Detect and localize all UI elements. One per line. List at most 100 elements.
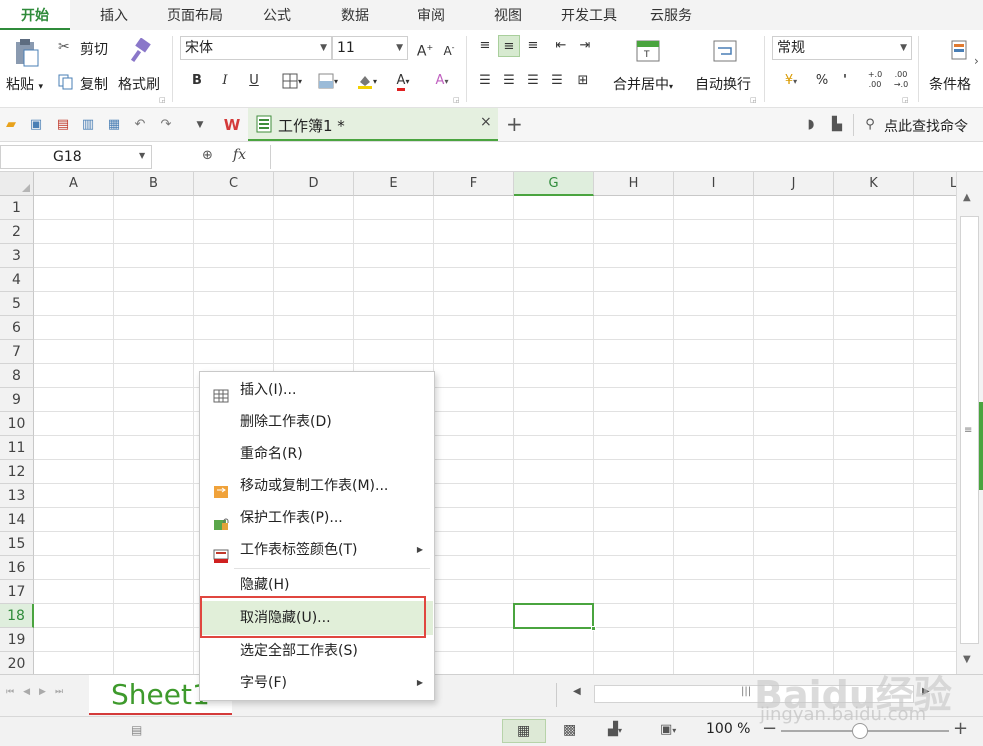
reading-mode-icon[interactable]: ▣▾ bbox=[660, 722, 676, 737]
open-folder-icon[interactable]: ▰ bbox=[3, 117, 19, 133]
merge-center-button[interactable]: 合并居中▾ bbox=[613, 74, 673, 94]
document-tab[interactable]: 工作簿1 * × bbox=[248, 108, 498, 141]
font-color-icon[interactable]: A▾ bbox=[388, 70, 418, 92]
scroll-left-icon[interactable]: ◀ bbox=[573, 686, 581, 697]
row-header[interactable]: 6 bbox=[0, 316, 34, 340]
comma-button[interactable]: ' bbox=[834, 70, 856, 92]
sheet-nav-icon[interactable]: ⏮◀▶⏭ bbox=[6, 687, 72, 697]
zoom-in-button[interactable]: + bbox=[953, 718, 968, 739]
row-header[interactable]: 9 bbox=[0, 388, 34, 412]
row-header[interactable]: 10 bbox=[0, 412, 34, 436]
row-header[interactable]: 8 bbox=[0, 364, 34, 388]
clipboard-launcher-icon[interactable]: ◲ bbox=[159, 96, 166, 104]
zoom-formula-icon[interactable]: ⊕ bbox=[202, 148, 213, 163]
copy-button[interactable]: 复制 bbox=[80, 74, 108, 94]
row-header[interactable]: 16 bbox=[0, 556, 34, 580]
column-header[interactable]: E bbox=[354, 172, 434, 196]
row-header[interactable]: 3 bbox=[0, 244, 34, 268]
tab-cloud[interactable]: 云服务 bbox=[641, 0, 701, 30]
column-header[interactable]: J bbox=[754, 172, 834, 196]
row-header[interactable]: 13 bbox=[0, 484, 34, 508]
settings-icon[interactable]: ◗ bbox=[803, 117, 819, 133]
formula-input[interactable] bbox=[270, 145, 980, 169]
tab-developer[interactable]: 开发工具 bbox=[553, 0, 625, 30]
page-layout-view-icon[interactable]: ▩ bbox=[563, 722, 576, 738]
conditional-format-button[interactable]: 条件格 bbox=[929, 74, 971, 94]
tab-home[interactable]: 开始 bbox=[0, 0, 70, 30]
column-header[interactable]: A bbox=[34, 172, 114, 196]
align-right-icon[interactable]: ☰ bbox=[522, 70, 544, 92]
clear-format-icon[interactable]: A▾ bbox=[426, 70, 458, 92]
align-center-icon[interactable]: ☰ bbox=[498, 70, 520, 92]
number-format-select[interactable]: 常规 ▼ bbox=[772, 36, 912, 60]
conditional-format-icon[interactable] bbox=[950, 40, 972, 62]
undo-icon[interactable]: ↶ bbox=[132, 117, 148, 133]
column-header[interactable]: F bbox=[434, 172, 514, 196]
row-header[interactable]: 20 bbox=[0, 652, 34, 674]
menu-item-move-copy[interactable]: 移动或复制工作表(M)... bbox=[201, 470, 433, 502]
row-header[interactable]: 19 bbox=[0, 628, 34, 652]
decrease-decimal-icon[interactable]: .00 →.0 bbox=[890, 70, 912, 92]
print-icon[interactable]: ▥ bbox=[80, 117, 96, 133]
menu-item-delete-sheet[interactable]: 删除工作表(D) bbox=[201, 406, 433, 438]
align-middle-icon[interactable]: ≡ bbox=[498, 35, 520, 57]
column-header[interactable]: K bbox=[834, 172, 914, 196]
zoom-slider-handle[interactable] bbox=[852, 723, 868, 739]
fill-color-icon[interactable]: ▾ bbox=[352, 70, 382, 92]
row-header[interactable]: 2 bbox=[0, 220, 34, 244]
number-launcher-icon[interactable]: ◲ bbox=[902, 96, 909, 104]
column-header[interactable]: G bbox=[514, 172, 594, 196]
font-name-select[interactable]: 宋体 ▼ bbox=[180, 36, 332, 60]
column-header[interactable]: B bbox=[114, 172, 194, 196]
row-header[interactable]: 12 bbox=[0, 460, 34, 484]
distribute-icon[interactable]: ⊞ bbox=[572, 70, 594, 92]
row-header[interactable]: 11 bbox=[0, 436, 34, 460]
percent-button[interactable]: % bbox=[811, 70, 833, 92]
increase-decimal-icon[interactable]: +.0.00 bbox=[864, 70, 886, 92]
column-header[interactable]: H bbox=[594, 172, 674, 196]
row-header[interactable]: 17 bbox=[0, 580, 34, 604]
tab-view[interactable]: 视图 bbox=[481, 0, 535, 30]
column-header[interactable]: L bbox=[914, 172, 956, 196]
new-tab-button[interactable]: + bbox=[506, 112, 523, 136]
redo-icon[interactable]: ↷ bbox=[158, 117, 174, 133]
column-header[interactable]: I bbox=[674, 172, 754, 196]
wps-logo-icon[interactable]: W bbox=[221, 117, 243, 133]
chevron-down-icon[interactable]: ▼ bbox=[192, 117, 208, 133]
format-painter-icon[interactable] bbox=[128, 37, 154, 64]
row-header[interactable]: 14 bbox=[0, 508, 34, 532]
chevron-right-icon[interactable]: › bbox=[974, 54, 979, 68]
paste-button[interactable]: 粘贴 ▾ bbox=[6, 74, 43, 94]
wrap-text-icon[interactable] bbox=[713, 40, 737, 62]
menu-item-protect-sheet[interactable]: 保护工作表(P)... bbox=[201, 502, 433, 534]
tab-review[interactable]: 审阅 bbox=[404, 0, 458, 30]
cut-button[interactable]: 剪切 bbox=[80, 39, 108, 59]
border-icon[interactable]: ▾ bbox=[277, 70, 307, 92]
font-launcher-icon[interactable]: ◲ bbox=[453, 96, 460, 104]
save-icon[interactable]: ▣ bbox=[28, 117, 44, 133]
format-painter-button[interactable]: 格式刷 bbox=[118, 74, 160, 94]
increase-font-icon[interactable]: A+ bbox=[414, 37, 436, 60]
font-size-select[interactable]: 11 ▼ bbox=[332, 36, 408, 60]
column-header[interactable]: C bbox=[194, 172, 274, 196]
minimize-ribbon-icon[interactable]: ▙ bbox=[829, 117, 845, 133]
close-tab-icon[interactable]: × bbox=[480, 114, 492, 130]
selected-cell-g18[interactable] bbox=[513, 603, 596, 631]
scroll-up-icon[interactable]: ▲ bbox=[963, 192, 971, 203]
search-command-button[interactable]: 点此查找命令 bbox=[884, 116, 968, 136]
select-all-corner[interactable] bbox=[0, 172, 34, 196]
increase-indent-icon[interactable]: ⇥ bbox=[574, 35, 596, 57]
normal-view-button[interactable]: ▦ bbox=[502, 719, 546, 743]
sheet-info-icon[interactable]: ▤ bbox=[131, 723, 142, 737]
tab-data[interactable]: 数据 bbox=[328, 0, 382, 30]
side-panel-handle[interactable] bbox=[979, 402, 983, 490]
wrap-text-button[interactable]: 自动换行 bbox=[695, 74, 751, 94]
currency-icon[interactable]: ¥▾ bbox=[776, 70, 806, 92]
align-top-icon[interactable]: ≡ bbox=[474, 35, 496, 57]
vertical-scrollbar[interactable]: ▲ ≡ ▼ bbox=[956, 172, 983, 674]
menu-item-rename[interactable]: 重命名(R) bbox=[201, 438, 433, 470]
menu-item-tab-color[interactable]: 工作表标签颜色(T) ▶ bbox=[201, 534, 433, 566]
merge-center-icon[interactable]: T bbox=[636, 40, 660, 62]
row-header[interactable]: 7 bbox=[0, 340, 34, 364]
italic-button[interactable]: I bbox=[214, 70, 236, 92]
